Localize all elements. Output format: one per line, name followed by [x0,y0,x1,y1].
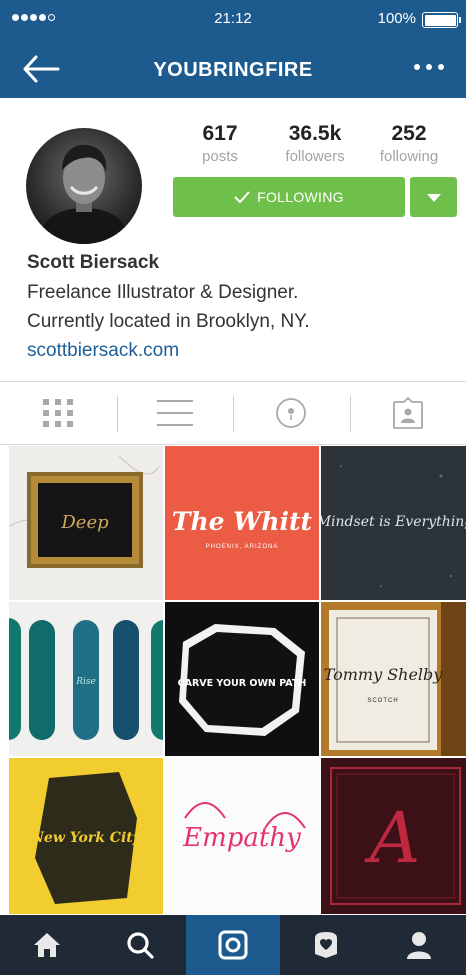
tile-text-deep: Deep [60,512,109,533]
photo-tile-carve-your-own-path[interactable]: CARVE YOUR OWN PATH [165,602,319,756]
navigation-bar: YOUBRINGFIRE [0,40,466,98]
photo-tile-tommy-shelby[interactable]: Tommy Shelby SCOTCH [321,602,466,756]
bottom-tab-bar [0,915,466,975]
posts-count: 617 [202,122,238,145]
followers-stat[interactable]: 36.5k followers [270,122,360,165]
chevron-down-icon [427,194,441,202]
photo-tile-new-york-city[interactable]: New York City [9,758,163,914]
tile-subtext-phoenix: PHOENIX, ARIZONA [206,544,279,550]
followers-label: followers [285,148,345,165]
posts-stat[interactable]: 617 posts [175,122,265,165]
tile-subtext-scotch: SCOTCH [367,698,398,704]
location-pin-icon [276,398,307,428]
grid-view-icon [43,399,74,427]
following-button[interactable]: FOLLOWING [173,177,405,217]
list-view-icon [156,400,193,426]
tile-text-carve: CARVE YOUR OWN PATH [178,678,307,689]
profile-view-tabs [0,381,466,445]
tile-text-new-york-city: New York City [30,830,142,846]
list-view-tab[interactable] [116,382,234,444]
following-count: 252 [391,122,427,145]
following-label: following [379,148,439,165]
following-stat[interactable]: 252 following [364,122,454,165]
photo-tile-deep[interactable]: Deep [9,446,163,600]
website-link[interactable]: scottbiersack.com [27,340,179,362]
more-options-icon[interactable] [414,64,444,70]
home-icon [33,933,60,957]
tagged-photos-tab[interactable] [349,382,466,444]
tile-text-empathy: Empathy [182,823,301,853]
tab-activity[interactable] [280,915,373,975]
tile-text-rise: Rise [75,677,96,687]
followers-count: 36.5k [288,122,342,145]
profile-avatar[interactable] [26,128,142,244]
tab-home[interactable] [0,915,93,975]
suggested-users-dropdown-button[interactable] [410,177,457,217]
following-button-label: FOLLOWING [257,189,344,205]
profile-username-title: YOUBRINGFIRE [153,59,313,81]
map-view-tab[interactable] [233,382,350,444]
bio-line-2: Currently located in Brooklyn, NY. [27,311,310,332]
photo-grid: Deep The Whitt PHOENIX, ARIZONA Mindset … [9,446,466,914]
profile-full-name: Scott Biersack [27,252,160,273]
tagged-photos-icon [392,397,423,429]
tile-text-the-whitt: The Whitt [172,507,313,536]
tab-camera[interactable] [186,915,280,975]
profile-icon [407,932,432,959]
bio-line-1: Freelance Illustrator & Designer. [27,282,299,303]
activity-heart-icon [315,932,338,958]
tile-text-tommy-shelby: Tommy Shelby [324,665,444,684]
tile-text-mindset: Mindset is Everything [321,514,466,530]
posts-label: posts [202,148,238,165]
camera-icon [218,930,248,960]
photo-tile-mindset[interactable]: Mindset is Everything [321,446,466,600]
search-icon [127,932,154,959]
photo-tile-monogram-a[interactable]: A [321,758,466,914]
photo-tile-empathy[interactable]: Empathy [165,758,319,914]
photo-tile-skateboards[interactable]: Rise [9,602,163,756]
battery-percentage: 100% [377,10,416,27]
tile-text-monogram: A [364,797,421,879]
tab-search[interactable] [93,915,186,975]
checkmark-icon [234,191,250,203]
photo-tile-the-whitt[interactable]: The Whitt PHOENIX, ARIZONA [165,446,319,600]
grid-view-tab[interactable] [0,382,117,444]
battery-icon [422,12,461,28]
tab-profile[interactable] [373,915,466,975]
status-bar: 21:12 100% [0,0,466,40]
